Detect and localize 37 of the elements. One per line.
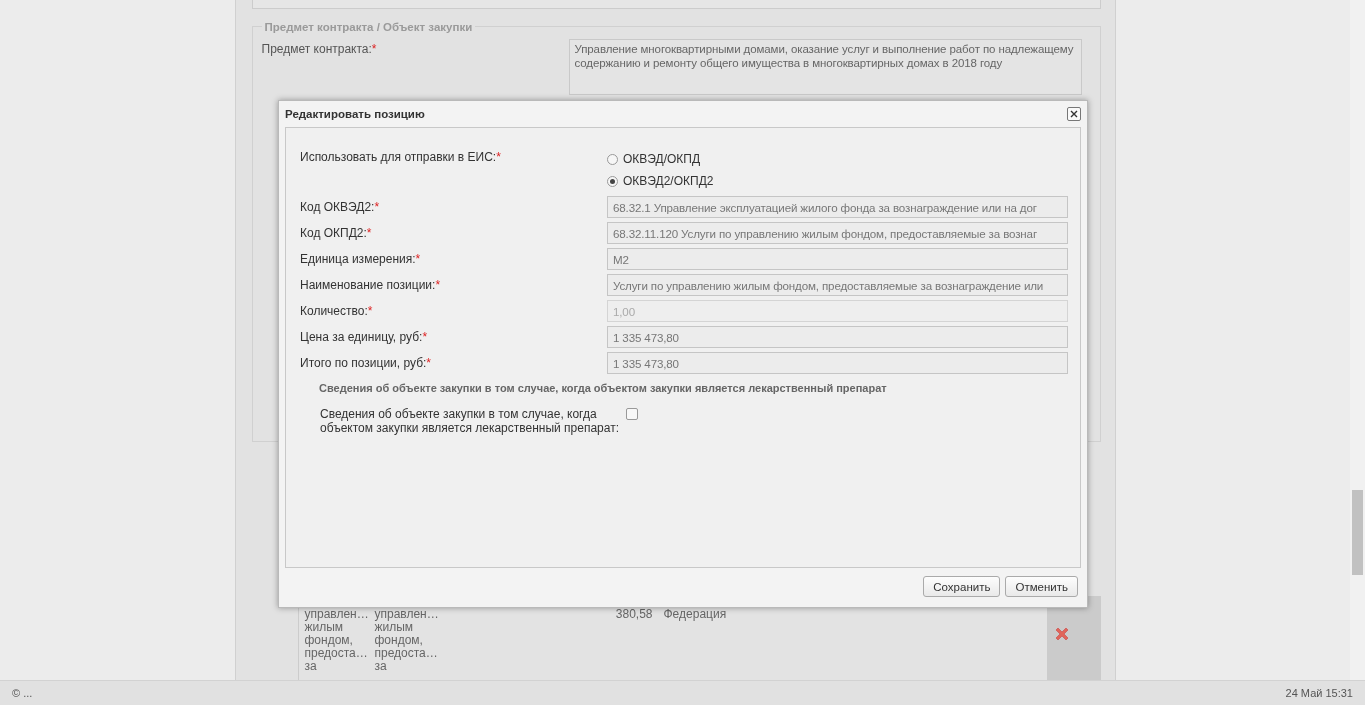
cancel-button[interactable]: Отменить	[1005, 576, 1078, 597]
delete-icon[interactable]	[1053, 625, 1070, 642]
date-time: 24 Май 15:31	[1285, 687, 1353, 699]
section-heading: Сведения об объекте закупки в том случае, когда объектом закупки является лекарственный препарат	[319, 382, 888, 394]
text-field[interactable]: М2	[607, 248, 1068, 270]
radio-label[interactable]: ОКВЭД2/ОКПД2	[623, 174, 714, 188]
radio-button[interactable]	[607, 175, 618, 187]
radio-button[interactable]	[607, 153, 618, 165]
table-cell-text: управлен… жилым фондом, предоста… за	[303, 605, 369, 675]
text-field[interactable]: 68.32.11.120 Услуги по управлению жилым фондом, предоставляемые за вознаг	[607, 222, 1068, 244]
field-label: Предмет контракта:*	[261, 40, 378, 58]
dialog-title: Редактировать позицию	[285, 108, 425, 120]
copyright-text: © ...	[12, 687, 33, 699]
table-cell-text: Федерация	[662, 605, 728, 623]
scrollbar-thumb[interactable]	[1352, 490, 1363, 575]
text-field[interactable]: 1 335 473,80	[607, 326, 1068, 348]
save-button[interactable]: Сохранить	[923, 576, 1001, 597]
field-label: Использовать для отправки в ЕИС:*	[300, 150, 502, 164]
field-label: Количество:*	[300, 304, 374, 318]
text-field[interactable]: 68.32.1 Управление эксплуатацией жилого фонда за вознаграждение или на дог	[607, 196, 1068, 218]
radio-label[interactable]: ОКВЭД/ОКПД	[623, 152, 701, 166]
table-cell-text: 380,58	[614, 605, 654, 623]
field-label: Итого по позиции, руб:*	[300, 356, 433, 370]
section-title: Предмет контракта / Объект закупки	[263, 20, 474, 33]
field-label: Единица измерения:*	[300, 252, 422, 266]
contract-subject-field[interactable]: Управление многоквартирными домами, оказание услуг и выполнение работ по надлежащему содержанию и ремонту общего имущества в многоквартирных домах в 2018 году	[568, 38, 1082, 95]
text-field[interactable]: Услуги по управлению жилым фондом, предоставляемые за вознаграждение или	[607, 274, 1068, 296]
field-label: Цена за единицу, руб:*	[300, 330, 429, 344]
field-label: Наименование позиции:*	[300, 278, 442, 292]
close-button[interactable]	[1067, 107, 1081, 121]
text-field[interactable]: 1 335 473,80	[607, 352, 1068, 374]
table-cell-text: управлен… жилым фондом, предоста… за	[373, 605, 440, 675]
field-label: Код ОКПД2:*	[300, 226, 373, 240]
checkbox[interactable]	[626, 408, 638, 420]
field-label: Код ОКВЭД2:*	[300, 200, 381, 214]
checkbox-label: Сведения об объекте закупки в том случае, когда объектом закупки является лекарственный препарат:	[320, 407, 620, 435]
close-icon	[1070, 110, 1078, 118]
